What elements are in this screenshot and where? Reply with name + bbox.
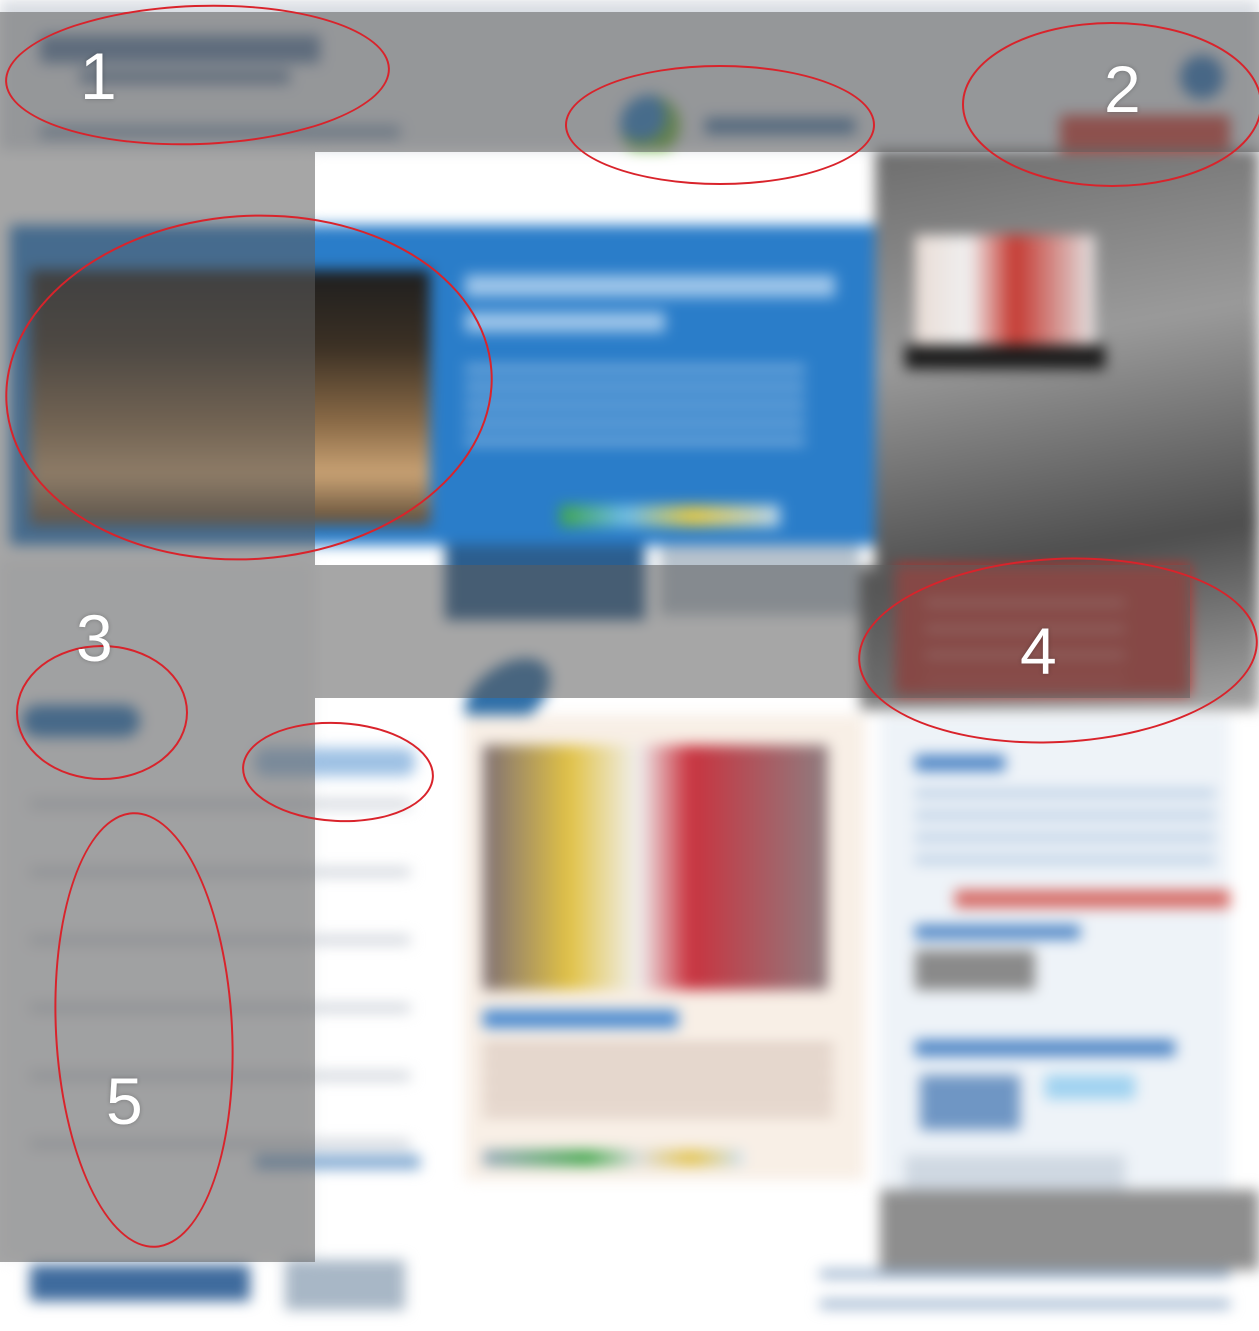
hero-headline-line2: [465, 312, 665, 332]
feature-story-text: [483, 1045, 833, 1115]
hero-description: [465, 365, 805, 455]
annotation-ellipse-logo: [565, 65, 875, 185]
marker-4: 4: [1020, 614, 1057, 688]
sidebar-footer-box: [905, 1155, 1125, 1191]
sidebar-button[interactable]: [1045, 1075, 1135, 1099]
sidebar-highlight-bar: [955, 890, 1230, 908]
sidebar-heading: [915, 755, 1005, 771]
footer-logo[interactable]: [30, 1265, 250, 1301]
video-caption-bar: [905, 345, 1105, 369]
hero-headline-line1: [465, 275, 835, 297]
bottom-right-photo: [880, 1190, 1259, 1270]
footer-links[interactable]: [820, 1270, 1230, 1315]
sidebar-subheading-2: [915, 1040, 1175, 1056]
sidebar-links[interactable]: [915, 790, 1215, 870]
marker-3: 3: [76, 601, 113, 675]
sidebar-image[interactable]: [915, 950, 1035, 990]
marker-5: 5: [106, 1064, 143, 1138]
marker-2: 2: [1104, 52, 1141, 126]
sidebar-thumbnail[interactable]: [920, 1075, 1020, 1130]
share-buttons-row[interactable]: [560, 505, 780, 527]
feature-story-photo[interactable]: [483, 745, 828, 990]
feature-story-title[interactable]: [483, 1010, 678, 1028]
footer-partner-logo[interactable]: [285, 1260, 405, 1310]
screenshot-canvas: 1 2 3 4 5: [0, 0, 1259, 1331]
sidebar-subheading: [915, 925, 1080, 939]
feature-share-icons[interactable]: [483, 1150, 743, 1166]
marker-1: 1: [80, 39, 117, 113]
video-thumbnail[interactable]: [915, 235, 1095, 350]
